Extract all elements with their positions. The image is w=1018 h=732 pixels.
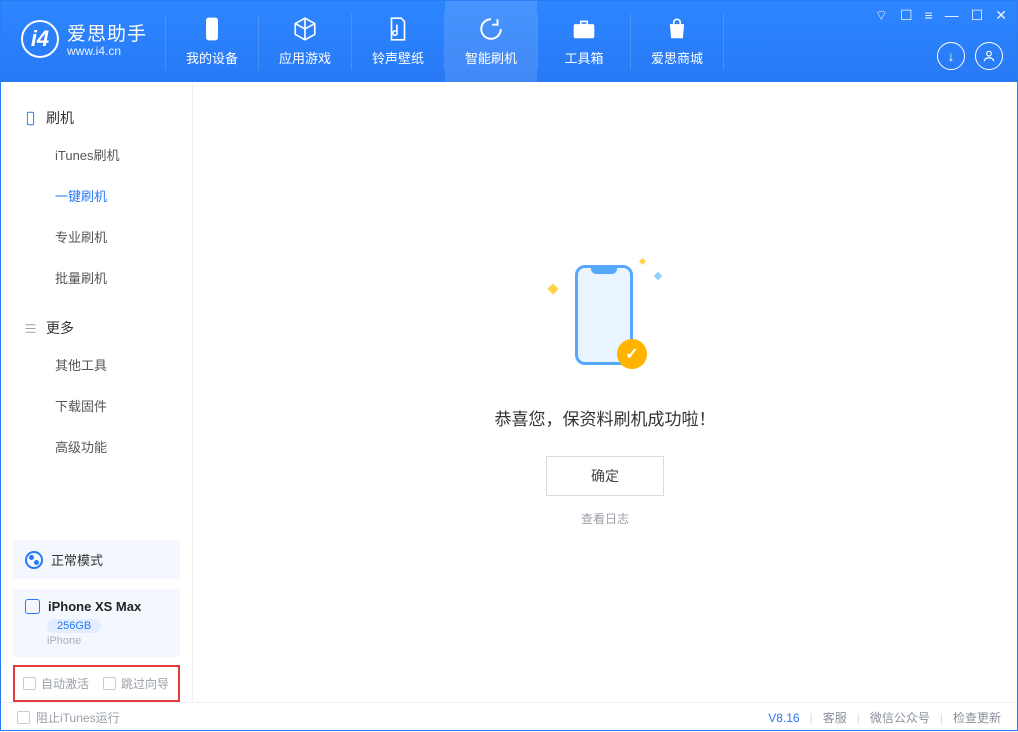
sidebar-item-advanced[interactable]: 高级功能 xyxy=(1,426,192,467)
feedback-icon[interactable]: ☐ xyxy=(900,7,913,25)
auto-activate-checkbox[interactable] xyxy=(23,677,36,690)
logo: i4 爱思助手 www.i4.cn xyxy=(1,19,165,58)
device-info-box[interactable]: iPhone XS Max 256GB iPhone xyxy=(13,589,180,657)
skip-guide-label: 跳过向导 xyxy=(121,675,169,692)
sidebar: 刷机 iTunes刷机 一键刷机 专业刷机 批量刷机 更多 其他工具 下载固件 … xyxy=(1,82,193,702)
sidebar-group-flash: 刷机 xyxy=(1,102,192,134)
device-icon xyxy=(25,599,40,614)
refresh-shield-icon xyxy=(478,16,504,42)
nav-flash[interactable]: 智能刷机 xyxy=(445,1,537,82)
device-name: iPhone XS Max xyxy=(48,599,141,614)
check-update-link[interactable]: 检查更新 xyxy=(953,709,1001,726)
device-capacity: 256GB xyxy=(47,619,101,633)
nav-toolbox[interactable]: 工具箱 xyxy=(538,1,630,82)
briefcase-icon xyxy=(571,16,597,42)
menu-icon[interactable]: ≡ xyxy=(925,7,933,25)
success-illustration: ✓ xyxy=(545,257,665,377)
flash-options-highlight: 自动激活 跳过向导 xyxy=(13,665,180,702)
view-log-link[interactable]: 查看日志 xyxy=(581,510,629,527)
block-itunes-label: 阻止iTunes运行 xyxy=(36,709,120,726)
phone-icon xyxy=(199,16,225,42)
phone-outline-icon xyxy=(23,111,38,126)
success-message: 恭喜您，保资料刷机成功啦！ xyxy=(495,405,716,430)
nav-label: 爱思商城 xyxy=(651,48,703,67)
bag-icon xyxy=(664,16,690,42)
version-label: V8.16 xyxy=(768,711,799,725)
device-type: iPhone xyxy=(47,635,168,647)
main-content: ✓ 恭喜您，保资料刷机成功啦！ 确定 查看日志 xyxy=(193,82,1017,702)
maximize-button[interactable]: ☐ xyxy=(971,7,984,25)
skip-guide-checkbox[interactable] xyxy=(103,677,116,690)
wechat-link[interactable]: 微信公众号 xyxy=(870,709,930,726)
nav-my-device[interactable]: 我的设备 xyxy=(166,1,258,82)
minimize-button[interactable]: — xyxy=(945,7,959,25)
sidebar-title-label: 更多 xyxy=(46,318,74,338)
window-controls: ⌔ ☐ ≡ — ☐ ✕ xyxy=(875,7,1007,25)
mode-label: 正常模式 xyxy=(51,550,103,569)
mode-icon xyxy=(25,551,43,569)
sidebar-item-other-tools[interactable]: 其他工具 xyxy=(1,344,192,385)
auto-activate-label: 自动激活 xyxy=(41,675,89,692)
nav-ringtones[interactable]: 铃声壁纸 xyxy=(352,1,444,82)
sidebar-title-label: 刷机 xyxy=(46,108,74,128)
logo-icon: i4 xyxy=(21,20,59,58)
sidebar-item-download-firmware[interactable]: 下载固件 xyxy=(1,385,192,426)
shirt-icon[interactable]: ⌔ xyxy=(875,7,888,25)
main-nav: 我的设备 应用游戏 铃声壁纸 智能刷机 工具箱 爱思商城 xyxy=(165,1,724,82)
sidebar-item-itunes-flash[interactable]: iTunes刷机 xyxy=(1,134,192,175)
user-button[interactable] xyxy=(975,42,1003,70)
sidebar-item-pro-flash[interactable]: 专业刷机 xyxy=(1,216,192,257)
close-button[interactable]: ✕ xyxy=(995,7,1007,25)
sidebar-item-one-click-flash[interactable]: 一键刷机 xyxy=(1,175,192,216)
nav-label: 铃声壁纸 xyxy=(372,48,424,67)
download-button[interactable]: ↓ xyxy=(937,42,965,70)
nav-store[interactable]: 爱思商城 xyxy=(631,1,723,82)
nav-label: 智能刷机 xyxy=(465,48,517,67)
nav-apps-games[interactable]: 应用游戏 xyxy=(259,1,351,82)
sidebar-group-more: 更多 xyxy=(1,312,192,344)
confirm-button[interactable]: 确定 xyxy=(546,456,664,496)
check-badge-icon: ✓ xyxy=(617,339,647,369)
status-bar: 阻止iTunes运行 V8.16 | 客服 | 微信公众号 | 检查更新 xyxy=(1,702,1017,732)
cube-icon xyxy=(292,16,318,42)
app-url: www.i4.cn xyxy=(67,44,147,58)
app-header: i4 爱思助手 www.i4.cn 我的设备 应用游戏 铃声壁纸 智能刷机 工具… xyxy=(1,1,1017,82)
nav-label: 工具箱 xyxy=(565,48,604,67)
header-actions: ↓ xyxy=(937,42,1003,70)
sidebar-item-batch-flash[interactable]: 批量刷机 xyxy=(1,257,192,298)
device-mode-box[interactable]: 正常模式 xyxy=(13,540,180,579)
list-icon xyxy=(23,321,38,336)
block-itunes-checkbox[interactable] xyxy=(17,711,30,724)
support-link[interactable]: 客服 xyxy=(823,709,847,726)
nav-label: 我的设备 xyxy=(186,48,238,67)
nav-label: 应用游戏 xyxy=(279,48,331,67)
app-title: 爱思助手 xyxy=(67,19,147,46)
music-file-icon xyxy=(385,16,411,42)
